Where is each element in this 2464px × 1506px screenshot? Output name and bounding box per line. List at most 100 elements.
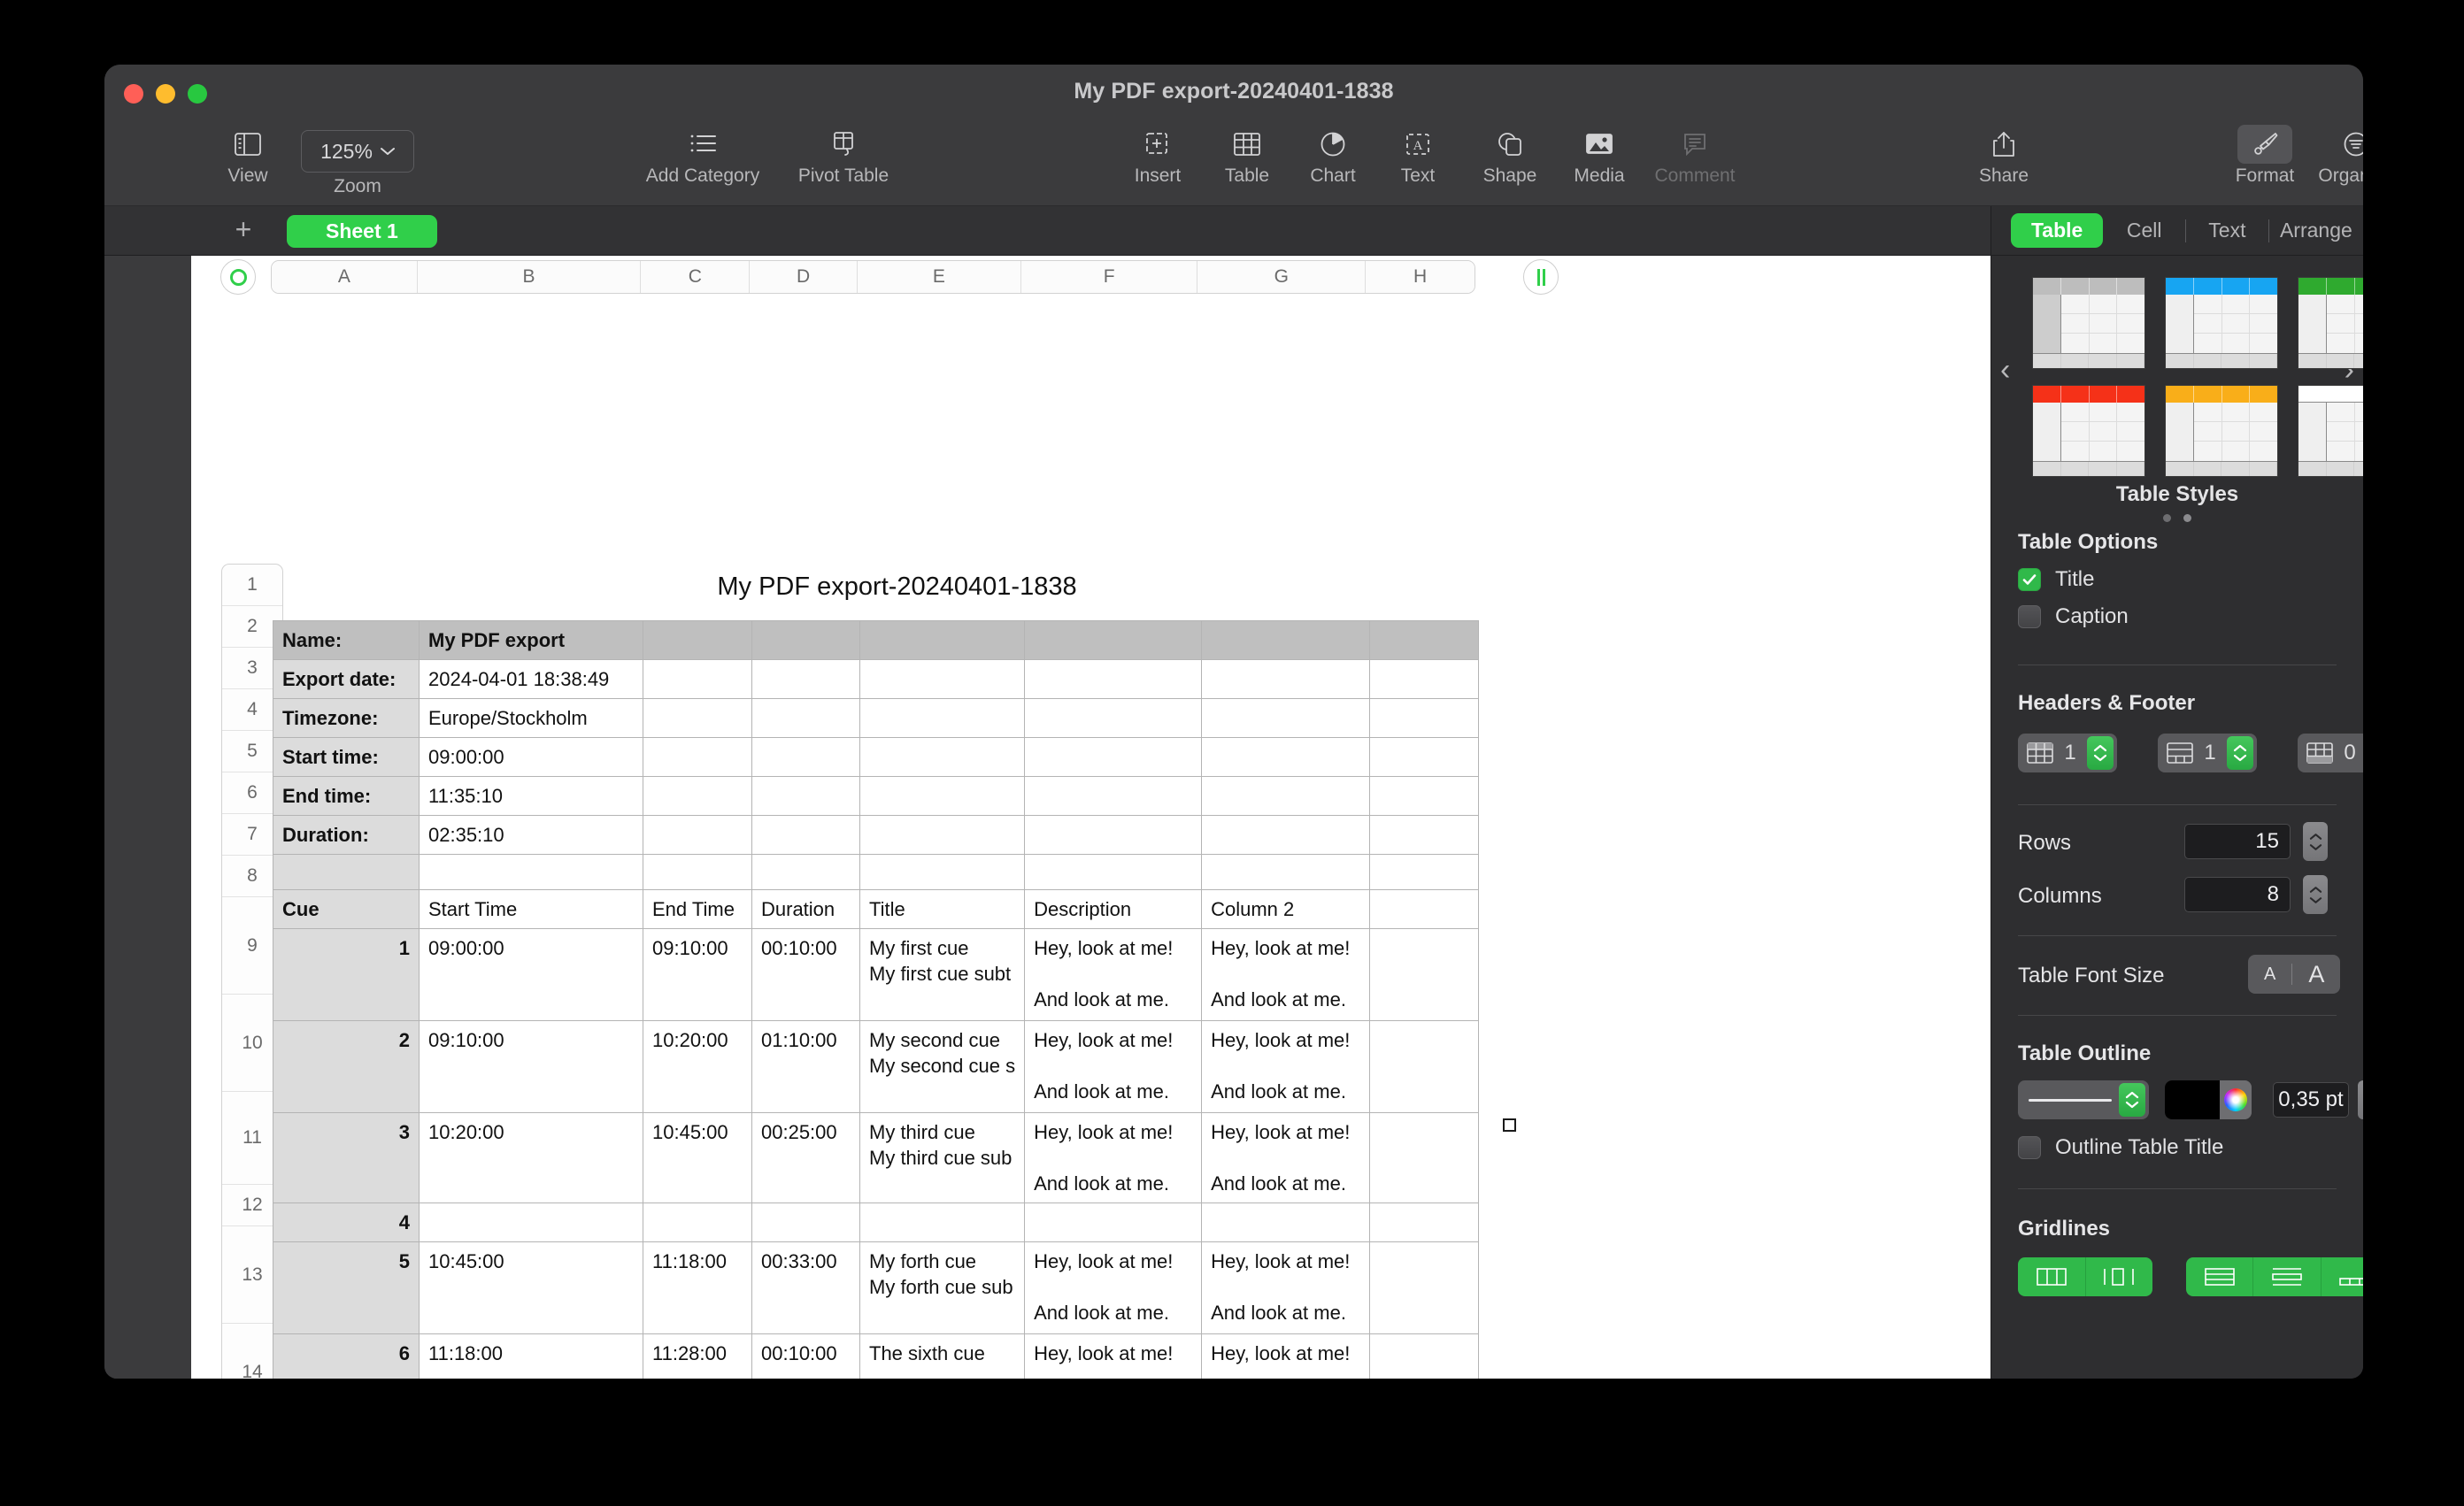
empty-cell[interactable] bbox=[751, 698, 860, 739]
empty-cell[interactable] bbox=[1201, 815, 1371, 856]
cue-column2-cell[interactable]: Hey, look at me! And look at me. bbox=[1201, 1333, 1371, 1379]
info-label-cell[interactable]: End time: bbox=[273, 776, 420, 817]
tab-arrange[interactable]: Arrange bbox=[2269, 213, 2363, 248]
info-value-cell[interactable]: Europe/Stockholm bbox=[419, 698, 643, 739]
empty-cell[interactable] bbox=[1024, 854, 1203, 891]
empty-cell[interactable] bbox=[643, 619, 752, 661]
cue-description-cell[interactable]: Hey, look at me! And look at me. bbox=[1024, 1020, 1203, 1114]
media-button[interactable]: Media bbox=[1546, 125, 1652, 187]
table-row[interactable]: 2 09:10:00 10:20:00 01:10:00 My second cue My… bbox=[273, 1020, 1480, 1114]
cue-column-header[interactable]: Column 2 bbox=[1201, 889, 1371, 930]
tab-cell[interactable]: Cell bbox=[2103, 213, 2185, 248]
cue-column2-cell[interactable] bbox=[1201, 1202, 1371, 1243]
empty-cell[interactable] bbox=[1201, 854, 1371, 891]
cue-column2-cell[interactable]: Hey, look at me! And look at me. bbox=[1201, 1241, 1371, 1335]
checkbox-row-outline-table-title[interactable]: Outline Table Title bbox=[2018, 1135, 2223, 1160]
cue-title-cell[interactable]: My second cue My second cue s bbox=[859, 1020, 1026, 1114]
table-row[interactable]: Timezone: Europe/Stockholm bbox=[273, 698, 1480, 739]
empty-cell[interactable] bbox=[1024, 776, 1203, 817]
cue-number-cell[interactable]: 6 bbox=[273, 1333, 420, 1379]
cue-column2-cell[interactable]: Hey, look at me! And look at me. bbox=[1201, 1112, 1371, 1204]
font-size-decrease-button[interactable]: A bbox=[2248, 964, 2291, 985]
pivot-table-button[interactable]: Pivot Table bbox=[790, 125, 897, 187]
columns-stepper-arrows[interactable] bbox=[2303, 875, 2328, 914]
table-row[interactable]: 1 09:00:00 09:10:00 00:10:00 My first cue My … bbox=[273, 928, 1480, 1022]
table-style-option-1[interactable] bbox=[2032, 277, 2145, 369]
empty-cell[interactable] bbox=[1369, 776, 1480, 817]
info-value-cell[interactable]: 09:00:00 bbox=[419, 737, 643, 778]
cue-title-cell[interactable]: My forth cue My forth cue sub bbox=[859, 1241, 1026, 1335]
format-button[interactable]: Format bbox=[2212, 125, 2318, 187]
cue-description-cell[interactable]: Hey, look at me! And look at me. bbox=[1024, 1333, 1203, 1379]
cue-description-cell[interactable]: Hey, look at me! And look at me. bbox=[1024, 1112, 1203, 1204]
column-header-e[interactable]: E bbox=[858, 261, 1021, 293]
empty-cell[interactable] bbox=[1369, 619, 1480, 661]
cue-end-time-cell[interactable]: 10:20:00 bbox=[643, 1020, 752, 1114]
tab-table[interactable]: Table bbox=[2011, 213, 2104, 248]
table-row[interactable]: Start time: 09:00:00 bbox=[273, 737, 1480, 778]
tab-text[interactable]: Text bbox=[2186, 213, 2268, 248]
empty-cell[interactable] bbox=[643, 854, 752, 891]
cue-column-header[interactable]: Description bbox=[1024, 889, 1203, 930]
header-columns-stepper-arrows[interactable] bbox=[2227, 736, 2253, 770]
empty-cell[interactable] bbox=[1369, 1202, 1480, 1243]
column-header-c[interactable]: C bbox=[641, 261, 751, 293]
cue-column-header[interactable]: Title bbox=[859, 889, 1026, 930]
organize-button[interactable]: Organize bbox=[2303, 125, 2363, 187]
cue-number-cell[interactable]: 3 bbox=[273, 1112, 420, 1204]
empty-cell[interactable] bbox=[751, 815, 860, 856]
outline-color-well[interactable] bbox=[2165, 1080, 2252, 1119]
outline-stroke-style-picker[interactable] bbox=[2018, 1080, 2149, 1119]
cue-column-header[interactable]: End Time bbox=[643, 889, 752, 930]
text-button[interactable]: A Text bbox=[1365, 125, 1471, 187]
cue-column2-cell[interactable]: Hey, look at me! And look at me. bbox=[1201, 928, 1371, 1022]
table-row[interactable]: Export date: 2024-04-01 18:38:49 bbox=[273, 659, 1480, 700]
table-style-option-4[interactable] bbox=[2032, 385, 2145, 477]
empty-cell[interactable] bbox=[1201, 737, 1371, 778]
header-columns-stepper[interactable]: 1 bbox=[2158, 734, 2257, 772]
zoom-dropdown[interactable]: 125% bbox=[301, 130, 414, 173]
cue-end-time-cell[interactable]: 10:45:00 bbox=[643, 1112, 752, 1204]
cue-title-cell[interactable] bbox=[859, 1202, 1026, 1243]
info-label-cell[interactable]: Timezone: bbox=[273, 698, 420, 739]
empty-cell[interactable] bbox=[751, 659, 860, 700]
checkbox-row-caption[interactable]: Caption bbox=[2018, 604, 2129, 629]
empty-cell[interactable] bbox=[859, 854, 1026, 891]
gridlines-group-horizontal[interactable] bbox=[2186, 1257, 2363, 1296]
outline-color-swatch[interactable] bbox=[2165, 1080, 2220, 1119]
data-table[interactable]: Name: My PDF export Export date: 2024-04-01… bbox=[273, 619, 1480, 1379]
cue-start-time-cell[interactable]: 10:45:00 bbox=[419, 1241, 643, 1335]
cue-number-cell[interactable]: 2 bbox=[273, 1020, 420, 1114]
empty-cell[interactable] bbox=[859, 815, 1026, 856]
grid-vertical-icon[interactable] bbox=[2018, 1257, 2086, 1296]
cue-duration-cell[interactable]: 01:10:00 bbox=[751, 1020, 860, 1114]
table-style-option-5[interactable] bbox=[2165, 385, 2278, 477]
empty-cell[interactable] bbox=[1369, 659, 1480, 700]
empty-cell[interactable] bbox=[1369, 854, 1480, 891]
empty-cell[interactable] bbox=[1369, 698, 1480, 739]
info-value-cell[interactable]: 11:35:10 bbox=[419, 776, 643, 817]
spreadsheet-canvas[interactable]: ABCDEFGH 123456789101112131415 My PDF ex… bbox=[104, 256, 1990, 1379]
caption-checkbox[interactable] bbox=[2018, 605, 2041, 628]
column-header-h[interactable]: H bbox=[1366, 261, 1475, 293]
table-resize-handle-right[interactable] bbox=[1503, 1118, 1516, 1132]
document-title-cell[interactable]: My PDF export-20240401-1838 bbox=[271, 572, 1523, 602]
empty-cell[interactable] bbox=[643, 737, 752, 778]
select-all-knob[interactable] bbox=[220, 259, 256, 295]
column-header-b[interactable]: B bbox=[417, 261, 642, 293]
cue-description-cell[interactable] bbox=[1024, 1202, 1203, 1243]
cue-duration-cell[interactable]: 00:33:00 bbox=[751, 1241, 860, 1335]
empty-cell[interactable] bbox=[1024, 737, 1203, 778]
table-row[interactable]: 5 10:45:00 11:18:00 00:33:00 My forth cue My … bbox=[273, 1241, 1480, 1335]
info-value-cell[interactable]: 02:35:10 bbox=[419, 815, 643, 856]
table-row[interactable]: 3 10:20:00 10:45:00 00:25:00 My third cue My … bbox=[273, 1112, 1480, 1204]
info-value-cell[interactable]: My PDF export bbox=[419, 619, 643, 661]
empty-cell[interactable] bbox=[1369, 1112, 1480, 1204]
grid-horizontal-icon[interactable] bbox=[2186, 1257, 2254, 1296]
columns-value[interactable]: 8 bbox=[2184, 877, 2291, 912]
table-font-size-control[interactable]: A A bbox=[2248, 955, 2341, 994]
table-styles-page-dots[interactable] bbox=[1991, 514, 2363, 522]
cue-duration-cell[interactable]: 00:10:00 bbox=[751, 1333, 860, 1379]
share-button[interactable]: Share bbox=[1951, 125, 2057, 187]
column-resize-knob[interactable] bbox=[1523, 259, 1559, 295]
